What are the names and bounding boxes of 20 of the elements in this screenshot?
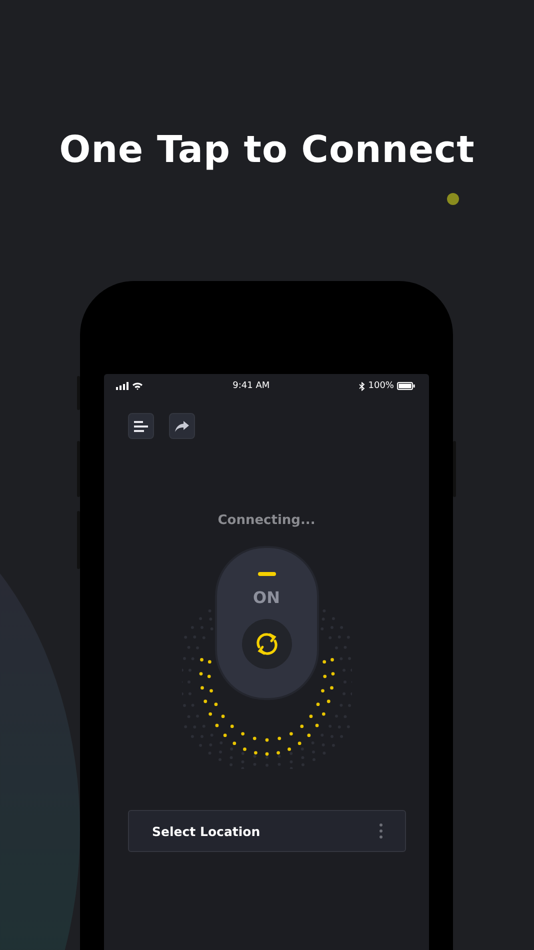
menu-button[interactable]: [128, 413, 154, 439]
headline: One Tap to Connect: [59, 128, 475, 171]
indicator-bar: [258, 572, 276, 576]
battery-percentage: 100%: [368, 381, 394, 391]
select-location-button[interactable]: Select Location: [128, 810, 406, 852]
status-time: 9:41 AM: [232, 381, 270, 391]
refresh-icon: [254, 631, 280, 657]
bluetooth-icon: [359, 382, 366, 390]
toggle-label: ON: [253, 588, 280, 607]
wifi-icon: [132, 382, 143, 390]
signal-icon: [116, 382, 129, 390]
share-icon: [175, 420, 189, 432]
dot-decoration: [447, 193, 459, 205]
battery-icon: [396, 382, 415, 390]
menu-icon: [134, 420, 148, 432]
share-button[interactable]: [169, 413, 195, 439]
connection-status: Connecting...: [216, 513, 316, 528]
more-icon: [379, 823, 383, 839]
connect-button[interactable]: [242, 619, 292, 669]
power-toggle[interactable]: ON: [214, 546, 318, 700]
